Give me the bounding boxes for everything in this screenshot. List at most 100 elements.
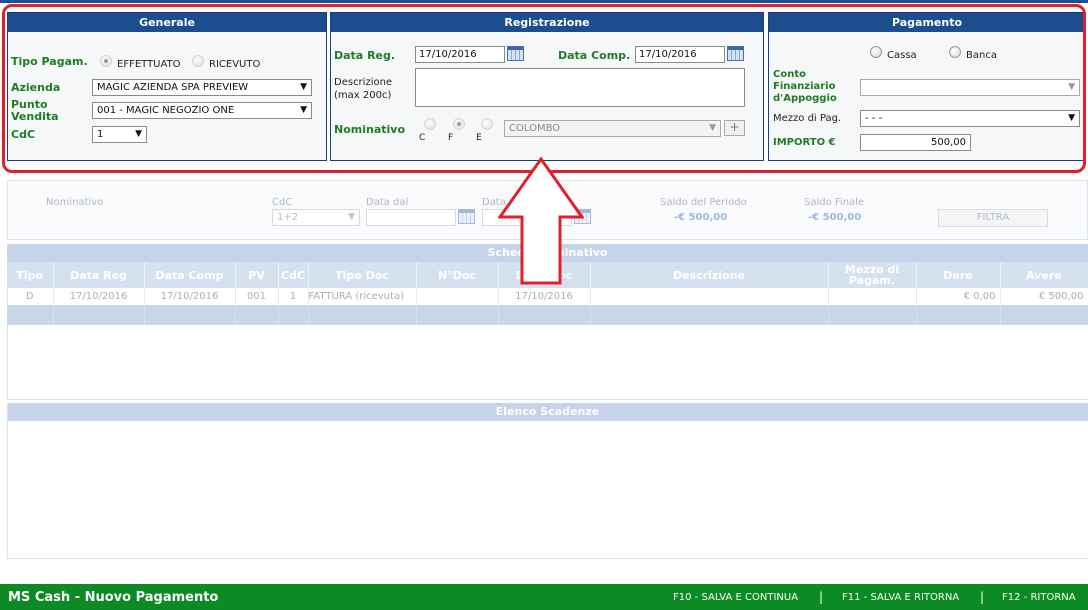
panel-registrazione-title: Registrazione bbox=[331, 13, 763, 32]
panel-pagamento: Pagamento Cassa Banca Conto Finanziario … bbox=[768, 12, 1086, 161]
column-header[interactable]: Data Reg bbox=[53, 262, 145, 288]
radio-nominativo-f[interactable] bbox=[453, 118, 465, 130]
data-comp-label: Data Comp. bbox=[558, 49, 631, 62]
conto-label-line3: d'Appoggio bbox=[773, 93, 837, 104]
ricevuto-label: RICEVUTO bbox=[209, 59, 261, 70]
column-header[interactable]: Data Doc bbox=[498, 262, 591, 288]
table-cell: 17/10/2016 bbox=[144, 288, 236, 305]
panel-pagamento-title: Pagamento bbox=[769, 13, 1085, 32]
column-header[interactable]: PV bbox=[235, 262, 279, 288]
filtra-button[interactable]: FILTRA bbox=[938, 209, 1048, 227]
table-row-empty bbox=[7, 305, 1088, 325]
radio-banca[interactable] bbox=[949, 46, 961, 58]
punto-vendita-label-line2: Vendita bbox=[11, 110, 59, 123]
nominativo-select[interactable]: COLOMBO ▼ bbox=[504, 120, 721, 137]
chevron-down-icon: ▼ bbox=[1068, 113, 1075, 123]
table-cell: 001 bbox=[235, 288, 279, 305]
saldo-periodo-label: Saldo del Periodo bbox=[660, 197, 747, 208]
f10-button[interactable]: F10 - SALVA E CONTINUA bbox=[673, 592, 798, 603]
chevron-down-icon: ▼ bbox=[135, 129, 142, 139]
table-cell: € 500,00 bbox=[1000, 288, 1088, 305]
table-cell: FATTURA (ricevuta) bbox=[308, 288, 417, 305]
panel-generale-title: Generale bbox=[8, 13, 326, 32]
f11-button[interactable]: F11 - SALVA E RITORNA bbox=[842, 592, 959, 603]
conto-label-line2: Finanziario bbox=[773, 81, 836, 92]
saldo-finale-value: -€ 500,00 bbox=[808, 212, 862, 223]
radio-effettuato[interactable] bbox=[100, 55, 112, 67]
cdc-label: CdC bbox=[11, 128, 36, 141]
importo-input[interactable]: 500,00 bbox=[860, 134, 971, 151]
chevron-down-icon: ▼ bbox=[300, 105, 307, 115]
table-row[interactable]: D 17/10/2016 17/10/2016 001 1 FATTURA (r… bbox=[7, 288, 1088, 305]
filter-cdc-label: CdC bbox=[272, 197, 293, 208]
data-reg-label: Data Reg. bbox=[334, 49, 396, 62]
descrizione-label-line1: Descrizione bbox=[334, 77, 393, 88]
schede-nominativo-title: Schede Nominativo bbox=[7, 244, 1088, 262]
filter-cdc-value: 1+2 bbox=[277, 212, 299, 223]
data-reg-input[interactable]: 17/10/2016 bbox=[415, 46, 505, 63]
filter-nominativo-label: Nominativo bbox=[46, 197, 104, 208]
tipo-pagam-label: Tipo Pagam. bbox=[11, 55, 88, 68]
effettuato-label: EFFETTUATO bbox=[117, 59, 181, 70]
radio-e-label: E bbox=[476, 133, 482, 143]
banca-label: Banca bbox=[966, 50, 997, 61]
table-cell: 17/10/2016 bbox=[498, 288, 591, 305]
panel-generale: Generale Tipo Pagam. EFFETTUATO RICEVUTO… bbox=[7, 12, 327, 161]
elenco-scadenze-area bbox=[7, 403, 1088, 559]
calendar-icon[interactable] bbox=[507, 46, 524, 61]
conto-select[interactable]: ▼ bbox=[860, 79, 1080, 96]
azienda-select[interactable]: MAGIC AZIENDA SPA PREVIEW ▼ bbox=[92, 79, 312, 96]
azienda-value: MAGIC AZIENDA SPA PREVIEW bbox=[97, 82, 249, 93]
nominativo-label: Nominativo bbox=[334, 123, 406, 136]
mezzo-select[interactable]: - - - ▼ bbox=[860, 110, 1080, 127]
saldo-periodo-value: -€ 500,00 bbox=[674, 212, 728, 223]
descrizione-label-line2: (max 200c) bbox=[334, 90, 392, 101]
filter-data-dal-input[interactable] bbox=[366, 209, 456, 226]
chevron-down-icon: ▼ bbox=[709, 123, 716, 133]
punto-vendita-value: 001 - MAGIC NEGOZIO ONE bbox=[97, 105, 235, 116]
radio-c-label: C bbox=[419, 133, 426, 143]
chevron-down-icon: ▼ bbox=[300, 82, 307, 92]
descrizione-textarea[interactable] bbox=[415, 68, 745, 107]
top-border bbox=[0, 0, 1088, 3]
panel-registrazione: Registrazione Data Reg. 17/10/2016 Data … bbox=[330, 12, 764, 161]
punto-vendita-select[interactable]: 001 - MAGIC NEGOZIO ONE ▼ bbox=[92, 102, 312, 119]
mezzo-value: - - - bbox=[865, 113, 883, 124]
column-header[interactable]: Avere bbox=[1000, 262, 1088, 288]
table-cell: € 0,00 bbox=[916, 288, 1001, 305]
column-header[interactable]: Mezzo di Pagam. bbox=[828, 262, 917, 288]
radio-ricevuto[interactable] bbox=[192, 55, 204, 67]
footer-separator: | bbox=[819, 590, 824, 604]
saldo-finale-label: Saldo Finale bbox=[804, 197, 865, 208]
filter-data-dal-label: Data dal bbox=[366, 197, 409, 208]
table-cell: D bbox=[7, 288, 54, 305]
cdc-select[interactable]: 1 ▼ bbox=[92, 126, 147, 143]
mezzo-label: Mezzo di Pag. bbox=[773, 113, 842, 124]
footer-separator: | bbox=[980, 590, 985, 604]
column-header[interactable]: CdC bbox=[278, 262, 309, 288]
calendar-icon[interactable] bbox=[574, 209, 591, 224]
nominativo-value: COLOMBO bbox=[509, 123, 561, 134]
column-header[interactable]: Tipo bbox=[7, 262, 54, 288]
cassa-label: Cassa bbox=[887, 50, 917, 61]
table-cell bbox=[828, 288, 917, 305]
filter-cdc-select[interactable]: 1+2 ▼ bbox=[272, 209, 360, 226]
data-comp-input[interactable]: 17/10/2016 bbox=[635, 46, 725, 63]
footer-bar: MS Cash - Nuovo Pagamento F10 - SALVA E … bbox=[0, 584, 1088, 610]
column-header[interactable]: Tipo Doc bbox=[308, 262, 417, 288]
column-header[interactable]: Data Comp bbox=[144, 262, 236, 288]
column-header[interactable]: Dare bbox=[916, 262, 1001, 288]
radio-nominativo-c[interactable] bbox=[424, 118, 436, 130]
radio-cassa[interactable] bbox=[870, 46, 882, 58]
f12-button[interactable]: F12 - RITORNA bbox=[1002, 592, 1076, 603]
filter-data-al-input[interactable] bbox=[482, 209, 572, 226]
chevron-down-icon: ▼ bbox=[1068, 82, 1075, 92]
calendar-icon[interactable] bbox=[727, 46, 744, 61]
calendar-icon[interactable] bbox=[458, 209, 475, 224]
column-header[interactable]: Descrizione bbox=[590, 262, 829, 288]
radio-nominativo-e[interactable] bbox=[481, 118, 493, 130]
azienda-label: Azienda bbox=[11, 81, 61, 94]
add-nominativo-button[interactable]: + bbox=[724, 120, 745, 136]
column-header[interactable]: N°Doc bbox=[416, 262, 499, 288]
table-cell bbox=[590, 288, 829, 305]
